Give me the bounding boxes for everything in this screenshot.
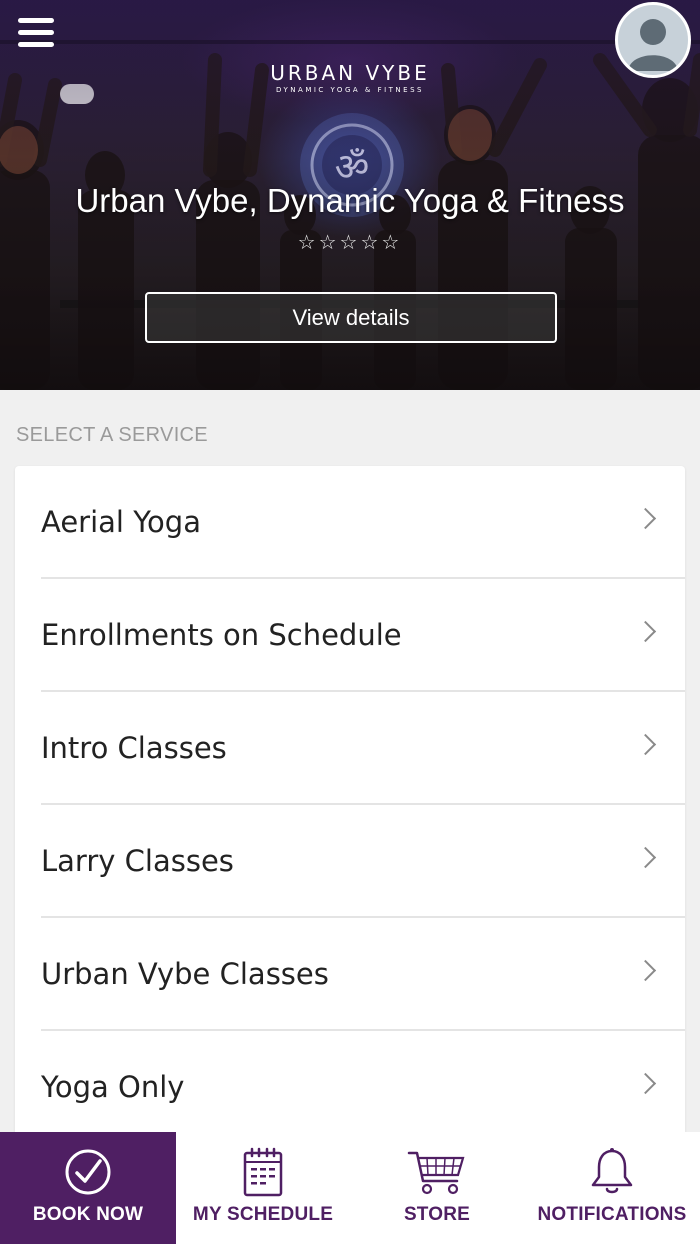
chevron-right-icon — [634, 620, 657, 643]
chevron-right-icon — [634, 733, 657, 756]
hero-banner: ॐ — [0, 0, 700, 390]
service-item-label: Larry Classes — [41, 844, 234, 878]
service-item-intro-classes[interactable]: Intro Classes — [15, 692, 685, 805]
chevron-right-icon — [634, 1072, 657, 1095]
service-item-enrollments-on-schedule[interactable]: Enrollments on Schedule — [15, 579, 685, 692]
tab-label: STORE — [403, 1204, 471, 1225]
logo-main-text: URBAN VYBE — [270, 61, 430, 85]
profile-avatar-icon[interactable] — [615, 2, 691, 78]
tab-notifications[interactable]: NOTIFICATIONS — [524, 1132, 700, 1244]
chevron-right-icon — [634, 959, 657, 982]
bell-icon — [591, 1148, 633, 1194]
bottom-tab-bar: BOOK NOW MY SCHEDULE STORE NOTIFICATIONS — [0, 1132, 700, 1244]
service-item-label: Urban Vybe Classes — [41, 957, 329, 991]
chevron-right-icon — [634, 846, 657, 869]
service-item-label: Yoga Only — [41, 1070, 185, 1104]
calendar-icon — [243, 1147, 283, 1197]
rating-stars-icon: ☆☆☆☆☆ — [297, 230, 403, 254]
tab-label: BOOK NOW — [32, 1204, 144, 1225]
hamburger-menu-icon[interactable] — [18, 18, 54, 52]
service-item-yoga-only[interactable]: Yoga Only — [15, 1031, 685, 1144]
chevron-right-icon — [634, 507, 657, 530]
service-item-aerial-yoga[interactable]: Aerial Yoga — [15, 466, 685, 579]
select-service-heading: SELECT A SERVICE — [16, 424, 208, 446]
logo-sub-text: DYNAMIC YOGA & FITNESS — [276, 86, 424, 94]
tab-label: NOTIFICATIONS — [537, 1204, 687, 1225]
check-circle-icon — [65, 1149, 111, 1195]
service-item-label: Enrollments on Schedule — [41, 618, 402, 652]
studio-name: Urban Vybe, Dynamic Yoga & Fitness — [75, 182, 625, 219]
tab-label: MY SCHEDULE — [192, 1204, 334, 1225]
service-list: Aerial Yoga Enrollments on Schedule Intr… — [15, 466, 685, 1146]
view-details-button[interactable]: View details — [145, 292, 557, 343]
service-item-urban-vybe-classes[interactable]: Urban Vybe Classes — [15, 918, 685, 1031]
tab-store[interactable]: STORE — [350, 1132, 524, 1244]
studio-logo: URBAN VYBE DYNAMIC YOGA & FITNESS — [200, 62, 500, 94]
cart-icon — [407, 1151, 465, 1195]
tab-my-schedule[interactable]: MY SCHEDULE — [176, 1132, 350, 1244]
service-item-label: Intro Classes — [41, 731, 227, 765]
tab-book-now[interactable]: BOOK NOW — [0, 1132, 176, 1244]
service-item-larry-classes[interactable]: Larry Classes — [15, 805, 685, 918]
service-item-label: Aerial Yoga — [41, 505, 201, 539]
